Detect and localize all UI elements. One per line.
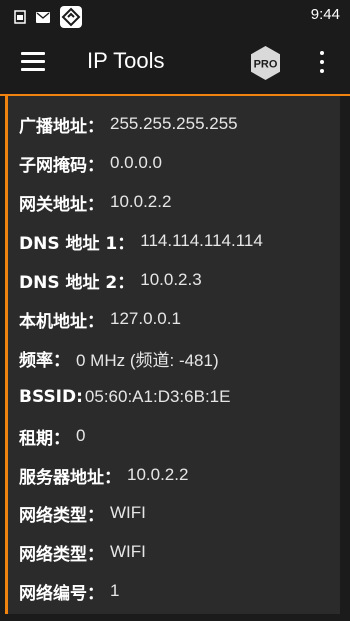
more-vertical-icon[interactable] [316, 51, 328, 75]
info-row-bssid: BSSID: 05:60:A1:D3:6B:1E [19, 385, 230, 409]
info-label: 网关地址： [19, 194, 104, 215]
info-row-subnet-mask: 子网掩码： 0.0.0.0 [19, 151, 162, 176]
hamburger-menu-icon[interactable] [21, 52, 47, 74]
info-value: 114.114.114.114 [140, 231, 263, 250]
info-row-network-type-2: 网络类型： WIFI [19, 540, 146, 565]
info-row-network-type: 网络类型： WIFI [19, 501, 146, 526]
status-icons [14, 6, 82, 28]
info-row-server-address: 服务器地址： 10.0.2.2 [19, 463, 189, 488]
app-bar: IP Tools PRO [0, 32, 350, 94]
info-value: 255.255.255.255 [110, 114, 238, 133]
info-value: 127.0.0.1 [110, 309, 181, 328]
info-row-network-id: 网络编号： 1 [19, 579, 120, 604]
info-label: 网络编号： [19, 583, 104, 604]
info-row-dns2: DNS 地址 2： 10.0.2.3 [19, 268, 202, 293]
info-value: WIFI [110, 542, 146, 561]
info-value: 10.0.2.2 [127, 465, 189, 484]
info-label: 广播地址： [19, 116, 104, 137]
info-row-lease: 租期： 0 [19, 424, 86, 449]
sim-card-icon [14, 10, 26, 24]
info-label: 网络类型： [19, 505, 104, 526]
info-value: 0 MHz (频道: -481) [76, 350, 219, 370]
mail-icon [36, 11, 50, 23]
pro-badge[interactable]: PRO [249, 45, 282, 81]
info-value: 0.0.0.0 [110, 153, 162, 172]
info-row-frequency: 频率： 0 MHz (频道: -481) [19, 346, 219, 371]
info-label: DNS 地址 2： [19, 272, 135, 293]
info-value: 05:60:A1:D3:6B:1E [84, 387, 231, 406]
info-label: 服务器地址： [19, 467, 121, 488]
info-value: 10.0.2.3 [140, 270, 202, 289]
info-label: 本机地址： [19, 311, 104, 332]
app-logo-icon [60, 6, 82, 28]
status-time: 9:44 [310, 6, 340, 23]
info-value: 1 [110, 581, 120, 600]
status-bar: 9:44 [0, 0, 350, 32]
network-info-panel: 广播地址： 255.255.255.255 子网掩码： 0.0.0.0 网关地址… [5, 96, 340, 614]
info-row-dns1: DNS 地址 1： 114.114.114.114 [19, 229, 263, 254]
info-label: BSSID: [19, 387, 83, 407]
app-title: IP Tools [87, 48, 165, 73]
pro-badge-label: PRO [254, 59, 278, 71]
info-row-gateway: 网关地址： 10.0.2.2 [19, 190, 172, 215]
bottom-strip [0, 614, 350, 621]
info-label: 租期： [19, 428, 70, 449]
info-label: DNS 地址 1： [19, 233, 135, 254]
info-value: 0 [76, 426, 86, 445]
pro-badge-icon: PRO [251, 46, 280, 80]
info-label: 频率： [19, 350, 70, 371]
info-row-broadcast: 广播地址： 255.255.255.255 [19, 112, 238, 137]
info-value: 10.0.2.2 [110, 192, 172, 211]
info-value: WIFI [110, 503, 146, 522]
info-label: 子网掩码： [19, 155, 104, 176]
info-label: 网络类型： [19, 544, 104, 565]
info-row-local-address: 本机地址： 127.0.0.1 [19, 307, 181, 332]
